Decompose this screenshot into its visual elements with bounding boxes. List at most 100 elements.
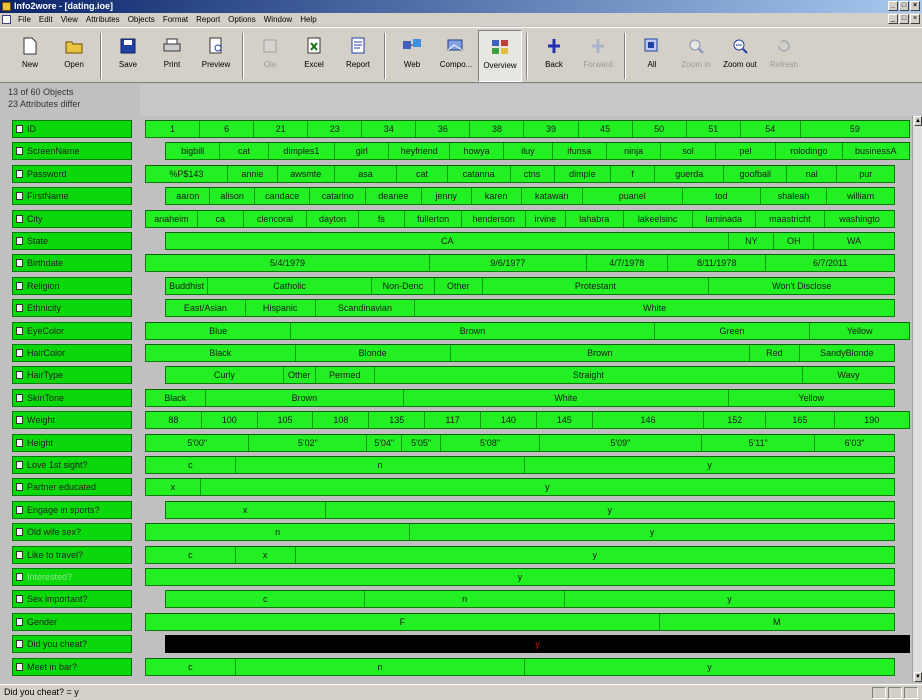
attribute-label[interactable]: City: [12, 209, 132, 228]
value-cell[interactable]: n: [365, 591, 565, 608]
value-cell[interactable]: Scandinavian: [316, 300, 416, 317]
value-cell[interactable]: lakeelsinc: [624, 210, 693, 227]
value-cell[interactable]: y: [296, 547, 894, 563]
value-cell[interactable]: 165: [766, 412, 835, 429]
toolbar-compo-button[interactable]: Compo...: [434, 30, 478, 82]
scroll-down-icon[interactable]: ▼: [914, 672, 922, 682]
app-icon[interactable]: [2, 2, 11, 11]
value-cell[interactable]: 117: [425, 412, 481, 429]
value-cell[interactable]: catanna: [448, 165, 511, 182]
value-cell[interactable]: clencoral: [244, 210, 308, 227]
value-cell[interactable]: jenny: [422, 188, 472, 205]
value-cell[interactable]: Hispanic: [246, 300, 316, 317]
value-bar[interactable]: bigbill cat dimples1 girl heyfriend howya iluy…: [165, 142, 910, 161]
attribute-label[interactable]: Weight: [12, 411, 132, 430]
value-cell[interactable]: y: [565, 591, 894, 607]
value-cell[interactable]: n: [146, 524, 411, 541]
value-bar[interactable]: Black Blonde Brown Red SandyBlonde: [145, 344, 895, 362]
value-cell[interactable]: Non-Denc: [372, 277, 436, 294]
value-cell[interactable]: 105: [258, 412, 314, 429]
toolbar-back-button[interactable]: Back: [532, 30, 576, 82]
value-cell[interactable]: x: [166, 501, 326, 518]
attribute-label[interactable]: ID: [12, 120, 132, 138]
value-cell[interactable]: bigbill: [166, 143, 221, 160]
value-cell[interactable]: dimples1: [269, 143, 336, 160]
value-bar[interactable]: y: [165, 635, 910, 654]
value-bar[interactable]: CA NY OH WA: [165, 232, 895, 250]
value-cell[interactable]: laminada: [693, 210, 756, 227]
value-cell[interactable]: 135: [369, 412, 426, 429]
close-button[interactable]: ×: [910, 1, 920, 11]
maximize-button[interactable]: □: [899, 1, 909, 11]
minimize-button[interactable]: _: [888, 1, 898, 11]
attribute-label[interactable]: Height: [12, 433, 132, 452]
value-cell[interactable]: 8/11/1978: [668, 255, 767, 272]
value-cell[interactable]: 5'04": [367, 434, 402, 451]
value-cell[interactable]: Blonde: [296, 345, 451, 361]
value-bar[interactable]: East/Asian Hispanic Scandinavian White: [165, 299, 895, 318]
value-cell[interactable]: y: [326, 502, 894, 518]
attribute-label[interactable]: Ethnicity: [12, 299, 132, 318]
value-cell[interactable]: y: [201, 479, 894, 495]
value-cell[interactable]: 59: [801, 121, 909, 137]
value-cell[interactable]: katawan: [522, 188, 583, 205]
value-cell[interactable]: Other: [284, 367, 316, 384]
value-cell[interactable]: dayton: [307, 210, 359, 227]
value-cell[interactable]: Blue: [146, 322, 292, 339]
value-cell[interactable]: william: [827, 188, 894, 204]
value-cell[interactable]: 54: [741, 121, 801, 137]
value-bar[interactable]: 5'00" 5'02" 5'04" 5'05" 5'08" 5'09" 5'11" 6'03": [145, 433, 895, 452]
menu-view[interactable]: View: [57, 15, 82, 24]
value-cell[interactable]: c: [146, 658, 236, 675]
attribute-label[interactable]: Interested?: [12, 568, 132, 586]
value-cell[interactable]: Buddhist: [166, 277, 209, 294]
value-cell[interactable]: aaron: [166, 188, 211, 205]
value-cell[interactable]: ifunsa: [553, 143, 607, 160]
menu-file[interactable]: File: [14, 15, 35, 24]
value-cell[interactable]: asa: [335, 165, 398, 182]
value-cell[interactable]: ctns: [511, 165, 555, 182]
value-cell[interactable]: M: [660, 614, 894, 630]
value-cell[interactable]: 23: [308, 121, 363, 137]
value-cell[interactable]: 5/4/1979: [146, 255, 431, 272]
value-cell[interactable]: shaleah: [761, 188, 828, 205]
value-cell[interactable]: dimple: [555, 165, 612, 182]
value-cell[interactable]: c: [166, 591, 366, 608]
value-cell[interactable]: Green: [655, 322, 811, 339]
value-cell[interactable]: 6: [200, 121, 255, 137]
attribute-label[interactable]: Love 1st sight?: [12, 456, 132, 474]
toolbar-overview-button[interactable]: Overview: [478, 30, 522, 82]
value-cell[interactable]: Protestant: [483, 277, 710, 294]
value-bar[interactable]: 1 6 21 23 34 36 38 39 45 50 51 54 59: [145, 120, 910, 138]
value-cell[interactable]: rolodingo: [776, 143, 843, 160]
value-cell[interactable]: cat: [220, 143, 269, 160]
value-cell[interactable]: White: [404, 389, 729, 406]
value-cell[interactable]: girl: [335, 143, 390, 160]
value-cell[interactable]: businessA: [843, 143, 909, 159]
value-cell[interactable]: 6'03": [815, 435, 894, 451]
value-cell[interactable]: cat: [397, 165, 448, 182]
value-cell[interactable]: 4/7/1978: [587, 255, 668, 272]
value-cell[interactable]: ninja: [607, 143, 662, 160]
value-bar[interactable]: cny: [165, 590, 895, 609]
value-cell[interactable]: F: [146, 613, 660, 630]
doc-close-button[interactable]: ×: [910, 14, 920, 24]
toolbar-web-button[interactable]: Web: [390, 30, 434, 82]
value-bar[interactable]: anaheim ca clencoral dayton fs fullerton hende…: [145, 209, 895, 228]
value-cell[interactable]: 190: [835, 412, 909, 428]
value-cell[interactable]: puanel: [583, 188, 683, 205]
value-cell[interactable]: 1: [146, 121, 201, 137]
value-bar[interactable]: FM: [145, 612, 895, 631]
menu-help[interactable]: Help: [296, 15, 320, 24]
attribute-label[interactable]: HairColor: [12, 344, 132, 362]
menu-window[interactable]: Window: [260, 15, 296, 24]
value-cell[interactable]: Yellow: [810, 323, 909, 339]
value-cell[interactable]: Won't Disclose: [709, 278, 894, 294]
toolbar-forward-button[interactable]: Forward: [576, 30, 620, 82]
attribute-label[interactable]: SkinTone: [12, 388, 132, 407]
value-cell[interactable]: Black: [146, 345, 296, 361]
value-cell[interactable]: OH: [774, 233, 815, 249]
value-cell[interactable]: Straight: [375, 367, 803, 384]
menu-objects[interactable]: Objects: [124, 15, 159, 24]
value-cell[interactable]: n: [236, 658, 525, 675]
